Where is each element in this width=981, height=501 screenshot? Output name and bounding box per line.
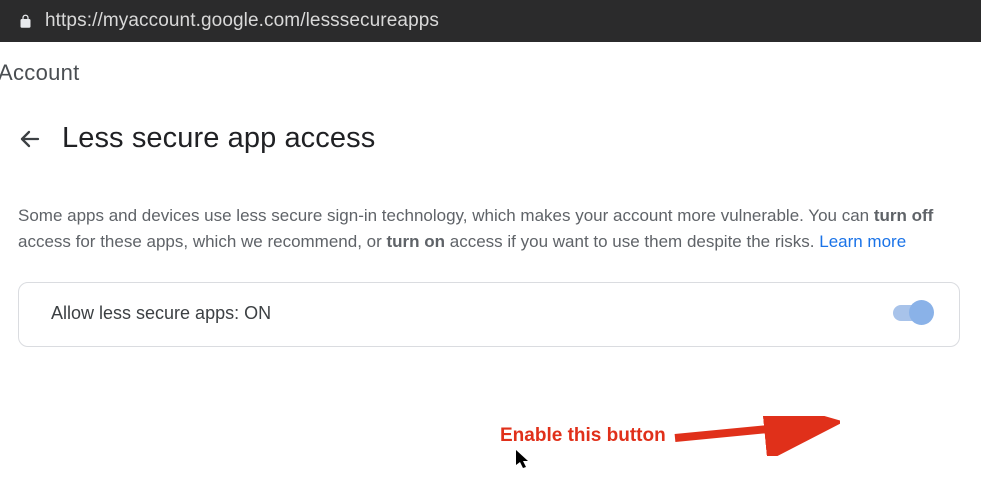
toggle-knob (909, 300, 934, 325)
lock-icon (18, 14, 33, 29)
setting-label: Allow less secure apps: ON (51, 303, 271, 324)
desc-part3: access if you want to use them despite t… (445, 232, 819, 251)
page-title: Less secure app access (62, 122, 375, 155)
cursor-icon (516, 450, 532, 475)
desc-part2: access for these apps, which we recommen… (18, 232, 387, 251)
breadcrumb: Account (0, 42, 981, 86)
desc-part1: Some apps and devices use less secure si… (18, 206, 874, 225)
url-text[interactable]: https://myaccount.google.com/lesssecurea… (45, 10, 439, 32)
desc-bold1: turn off (874, 206, 933, 225)
setting-card: Allow less secure apps: ON (18, 282, 960, 347)
desc-bold2: turn on (387, 232, 446, 251)
annotation-overlay: Enable this button (500, 416, 840, 456)
back-arrow-icon[interactable] (18, 127, 42, 151)
setting-label-prefix: Allow less secure apps: (51, 303, 244, 323)
annotation-text: Enable this button (500, 425, 666, 447)
annotation-arrow-icon (670, 416, 840, 456)
title-row: Less secure app access (18, 122, 963, 155)
description-text: Some apps and devices use less secure si… (18, 203, 958, 256)
address-bar[interactable]: https://myaccount.google.com/lesssecurea… (0, 0, 981, 42)
setting-state: ON (244, 303, 271, 323)
learn-more-link[interactable]: Learn more (819, 232, 906, 251)
less-secure-apps-toggle[interactable] (893, 305, 929, 321)
